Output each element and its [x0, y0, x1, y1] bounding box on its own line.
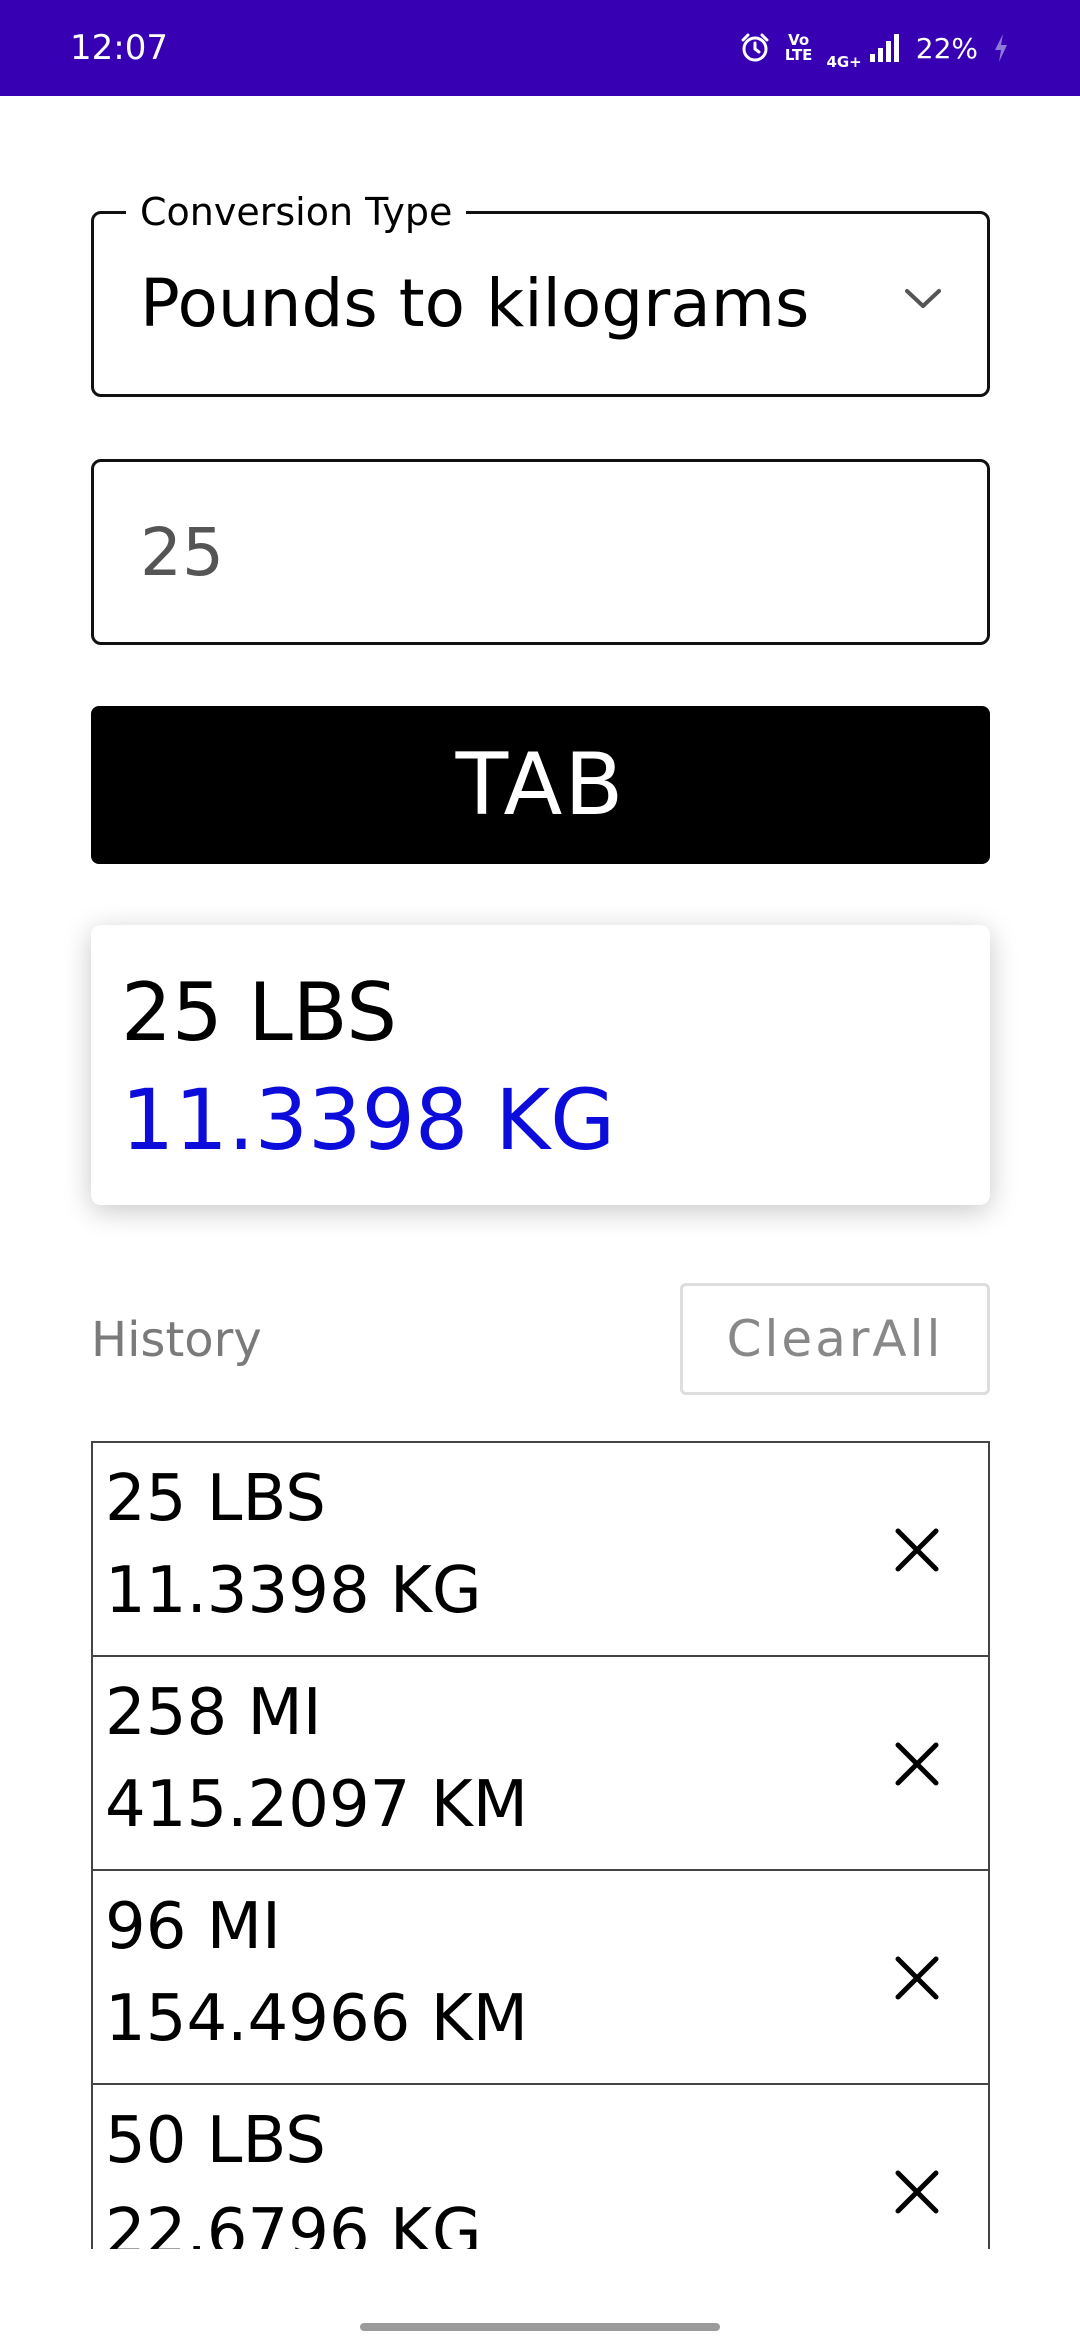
history-item: 258 MI 415.2097 KM	[91, 1655, 990, 1869]
value-input[interactable]	[91, 459, 990, 645]
close-icon[interactable]	[892, 1739, 942, 1789]
network-type: 4G+	[826, 53, 862, 71]
volte-bottom: LTE	[784, 46, 813, 64]
close-icon[interactable]	[892, 2167, 942, 2217]
history-item-from: 50 LBS	[105, 2104, 326, 2178]
status-bar: 12:07 Vo LTE 4G+ 22%	[0, 0, 1080, 96]
conversion-type-dropdown[interactable]: Conversion Type Pounds to kilograms	[91, 190, 990, 397]
home-indicator[interactable]	[360, 2323, 720, 2331]
status-time: 12:07	[70, 28, 168, 68]
result-card: 25 LBS 11.3398 KG	[91, 925, 990, 1205]
close-icon[interactable]	[892, 1525, 942, 1575]
history-item: 50 LBS 22.6796 KG	[91, 2083, 990, 2249]
alarm-icon	[739, 32, 771, 64]
signal-icon	[868, 32, 902, 64]
tab-button[interactable]: TAB	[91, 706, 990, 864]
history-item-to: 415.2097 KM	[105, 1768, 528, 1842]
history-label: History	[91, 1312, 262, 1368]
history-item: 25 LBS 11.3398 KG	[91, 1441, 990, 1655]
clear-all-button[interactable]: ClearAll	[680, 1283, 990, 1395]
result-from: 25 LBS	[121, 966, 398, 1059]
charging-icon	[992, 32, 1010, 64]
history-item-to: 11.3398 KG	[105, 1554, 482, 1628]
history-list[interactable]: 25 LBS 11.3398 KG 258 MI 415.2097 KM 96 …	[91, 1441, 990, 2249]
close-icon[interactable]	[892, 1953, 942, 2003]
history-item-from: 258 MI	[105, 1676, 322, 1750]
history-item-from: 96 MI	[105, 1890, 281, 1964]
battery-percent: 22%	[915, 31, 978, 65]
chevron-down-icon[interactable]	[903, 286, 943, 317]
conversion-type-label: Conversion Type	[126, 190, 467, 234]
status-icons: Vo LTE 4G+ 22%	[739, 25, 1010, 71]
history-item-to: 154.4966 KM	[105, 1982, 528, 2056]
history-item-to: 22.6796 KG	[105, 2196, 482, 2249]
history-item: 96 MI 154.4966 KM	[91, 1869, 990, 2083]
conversion-type-value: Pounds to kilograms	[140, 265, 810, 342]
volte-indicator: Vo LTE	[785, 33, 813, 63]
history-item-from: 25 LBS	[105, 1462, 326, 1536]
result-to: 11.3398 KG	[121, 1071, 616, 1169]
